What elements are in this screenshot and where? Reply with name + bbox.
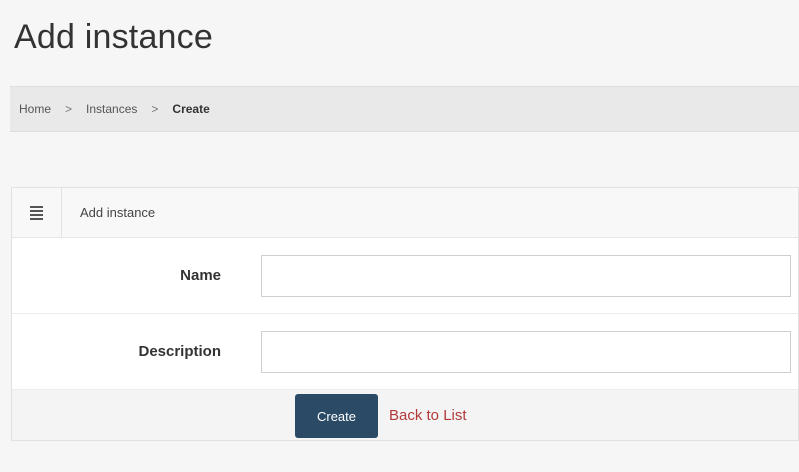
description-label: Description (138, 343, 221, 360)
panel-title: Add instance (80, 205, 156, 220)
panel-header: Add instance (12, 188, 798, 238)
panel-menu-toggle[interactable] (12, 188, 62, 237)
breadcrumb-separator: > (65, 102, 73, 116)
form-actions: Create Back to List (12, 390, 798, 440)
description-input[interactable] (261, 330, 791, 373)
breadcrumb: Home > Instances > Create (10, 86, 799, 132)
menu-icon (30, 205, 43, 220)
page-title: Add instance (14, 18, 213, 56)
breadcrumb-home[interactable]: Home (19, 102, 51, 116)
breadcrumb-current: Create (172, 102, 210, 116)
breadcrumb-instances[interactable]: Instances (86, 102, 137, 116)
back-to-list-link[interactable]: Back to List (389, 407, 467, 424)
add-instance-panel: Add instance Name Description Create Bac… (11, 187, 799, 441)
name-label: Name (180, 267, 221, 284)
name-row: Name (12, 238, 798, 314)
name-input[interactable] (261, 254, 791, 297)
description-row: Description (12, 314, 798, 390)
create-button[interactable]: Create (295, 394, 378, 438)
breadcrumb-separator: > (151, 102, 159, 116)
